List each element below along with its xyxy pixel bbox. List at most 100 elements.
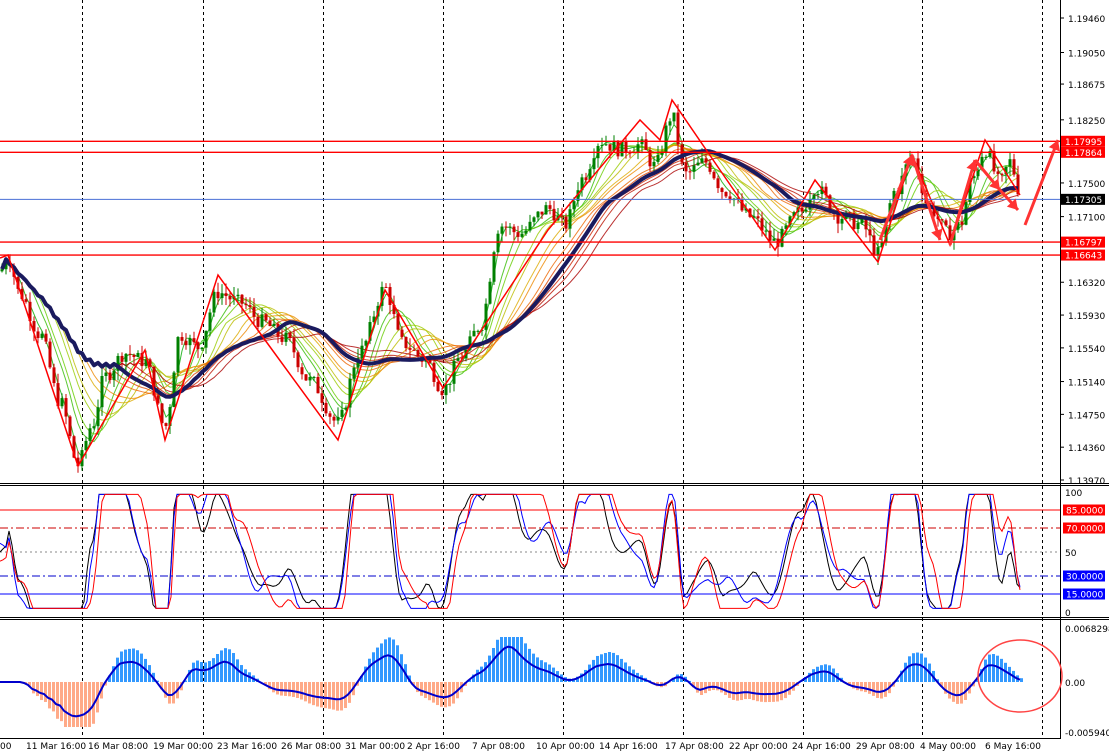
candle-body	[437, 382, 440, 391]
time-label: 7 Apr 08:00	[472, 742, 525, 751]
macd-bar	[696, 682, 699, 693]
macd-bar	[956, 682, 959, 704]
candle-body	[273, 324, 276, 326]
macd-bar	[424, 682, 427, 698]
macd-bar	[384, 639, 387, 682]
candle-body	[353, 368, 356, 379]
candle-body	[329, 413, 332, 416]
macd-bar	[32, 682, 35, 693]
macd-bar	[388, 637, 391, 682]
candle-body	[245, 304, 248, 305]
candle-body	[865, 219, 868, 230]
macd-bar	[420, 682, 423, 696]
macd-bar	[912, 653, 915, 682]
price-tick-label: 1.17100	[1068, 214, 1105, 224]
macd-bar	[192, 663, 195, 682]
time-axis: 0011 Mar 16:0016 Mar 08:0019 Mar 00:0023…	[0, 742, 1041, 751]
candle-body	[713, 172, 716, 179]
candle-body	[177, 337, 180, 372]
price-tick-label: 1.14750	[1068, 411, 1105, 421]
macd-bar	[812, 669, 815, 682]
macd-bar	[52, 682, 55, 711]
macd-bar	[904, 663, 907, 682]
macd-bar	[592, 660, 595, 682]
trading-chart[interactable]: 1.194601.190501.186751.182501.175001.171…	[0, 0, 1109, 751]
macd-bar	[36, 682, 39, 696]
macd-bar	[292, 682, 295, 697]
macd-bar	[732, 682, 735, 700]
macd-bar	[524, 643, 527, 682]
macd-bar	[296, 682, 299, 698]
macd-bar	[504, 637, 507, 682]
macd-bar	[864, 682, 867, 692]
time-label: 2 Apr 16:00	[407, 742, 460, 751]
macd-bar	[284, 682, 287, 696]
candle-body	[857, 223, 860, 229]
candle-body	[697, 163, 700, 166]
candle-body	[501, 227, 504, 234]
time-label: 14 Apr 16:00	[599, 742, 658, 751]
macd-bar	[868, 682, 871, 694]
macd-bar	[720, 682, 723, 692]
candle-body	[417, 350, 420, 356]
candle-body	[405, 337, 408, 348]
candle-body	[493, 252, 496, 282]
macd-bar	[320, 682, 323, 707]
macd-tick-label: 0.0068298	[1065, 625, 1109, 635]
macd-bar	[60, 682, 63, 721]
candle-body	[53, 367, 56, 383]
price-tick-label: 1.15540	[1068, 345, 1105, 355]
candle-body	[113, 371, 116, 380]
level-tag-label: 1.16797	[1065, 239, 1102, 249]
macd-bar	[480, 667, 483, 682]
osc-tick-label: 50	[1065, 549, 1077, 559]
price-tick-label: 1.15930	[1068, 312, 1105, 322]
candle-body	[101, 376, 104, 407]
macd-bar	[116, 658, 119, 682]
macd-bar	[132, 649, 135, 682]
macd-bar	[336, 682, 339, 711]
macd-bar	[276, 682, 279, 694]
candle-body	[625, 142, 628, 153]
candle-body	[249, 305, 252, 307]
time-label: 4 May 00:00	[920, 742, 976, 751]
macd-bar	[872, 682, 875, 696]
candle-body	[341, 410, 344, 417]
candle-body	[877, 247, 880, 255]
candle-body	[841, 219, 844, 224]
candle-body	[801, 208, 804, 212]
macd-bar	[308, 682, 311, 703]
candle-body	[401, 330, 404, 337]
candle-body	[197, 342, 200, 349]
candle-body	[593, 158, 596, 169]
candle-body	[201, 348, 204, 350]
macd-bar	[428, 682, 431, 700]
candle-body	[545, 205, 548, 214]
price-tick-label: 1.18250	[1068, 117, 1105, 127]
candle-body	[317, 377, 320, 393]
macd-bar	[340, 682, 343, 710]
candle-body	[517, 232, 520, 237]
candle-body	[385, 287, 388, 288]
macd-bar	[736, 682, 739, 701]
time-label: 22 Apr 00:00	[729, 742, 788, 751]
candle-body	[321, 393, 324, 403]
candle-body	[337, 417, 340, 421]
candle-body	[305, 374, 308, 380]
macd-bar	[616, 655, 619, 682]
chart-canvas[interactable]: 1.194601.190501.186751.182501.175001.171…	[0, 0, 1109, 751]
level-tag-label: 1.17864	[1065, 149, 1102, 159]
candle-body	[97, 407, 100, 426]
candle-body	[869, 229, 872, 235]
candle-body	[605, 144, 608, 145]
macd-bar	[476, 670, 479, 682]
candle-body	[549, 205, 552, 209]
candle-body	[505, 227, 508, 228]
candle-body	[585, 177, 588, 180]
macd-bar	[540, 660, 543, 682]
candle-body	[665, 126, 668, 153]
candle-body	[685, 163, 688, 172]
macd-bar	[376, 648, 379, 682]
macd-bar	[992, 654, 995, 682]
candle-body	[941, 219, 944, 220]
